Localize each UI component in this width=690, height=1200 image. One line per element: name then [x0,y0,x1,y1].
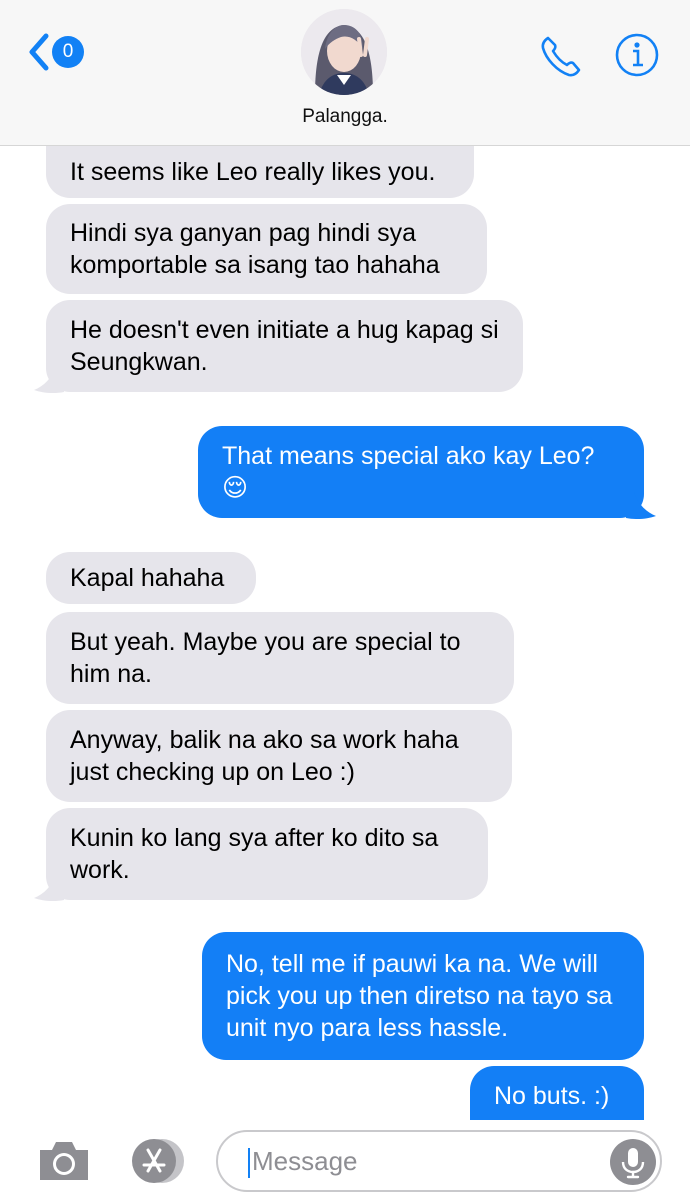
message-text: He doesn't even initiate a hug kapag si … [70,316,499,376]
message-text: Kapal hahaha [70,564,225,592]
bubble-tail [626,492,656,520]
message-input-bar: Message [0,1120,690,1200]
info-button[interactable] [614,32,660,78]
back-button[interactable]: 0 [26,32,86,72]
incoming-message[interactable]: Kunin ko lang sya after ko dito sa work. [46,808,488,900]
message-text: No, tell me if pauwi ka na. We will pick… [226,950,613,1042]
message-thread[interactable]: It seems like Leo really likes you. Hind… [0,146,690,1120]
dictation-button[interactable] [610,1139,656,1185]
contact-photo [301,9,387,95]
avatar[interactable] [301,9,387,95]
chevron-left-icon [29,33,49,71]
bubble-tail [34,366,64,394]
phone-icon [541,36,581,77]
message-text: Kunin ko lang sya after ko dito sa work. [70,824,439,884]
message-text: But yeah. Maybe you are special to him n… [70,628,461,688]
message-field[interactable]: Message [216,1130,662,1192]
camera-button[interactable] [36,1138,92,1184]
incoming-message[interactable]: He doesn't even initiate a hug kapag si … [46,300,523,392]
message-text: Hindi sya ganyan pag hindi sya komportab… [70,219,440,279]
message-text: No buts. :) [494,1082,610,1110]
incoming-message[interactable]: But yeah. Maybe you are special to him n… [46,612,514,704]
outgoing-message[interactable]: That means special ako kay Leo? 😌 [198,426,644,518]
incoming-message[interactable]: Hindi sya ganyan pag hindi sya komportab… [46,204,487,294]
message-text: It seems like Leo really likes you. [70,158,436,186]
contact-name[interactable]: Palangga. [0,106,690,128]
outgoing-message[interactable]: No buts. :) [470,1066,644,1120]
app-store-icon [132,1139,184,1183]
bubble-tail [34,874,64,902]
incoming-message[interactable]: Kapal hahaha [46,552,256,604]
conversation-header: 0 Palangga. [0,0,690,146]
incoming-message[interactable]: It seems like Leo really likes you. [46,146,474,198]
info-icon [615,33,659,77]
camera-icon [40,1142,88,1180]
message-text: That means special ako kay Leo? 😌 [222,442,595,502]
call-button[interactable] [538,32,586,80]
message-text: Anyway, balik na ako sa work haha just c… [70,726,459,786]
incoming-message[interactable]: Anyway, balik na ako sa work haha just c… [46,710,512,802]
outgoing-message[interactable]: No, tell me if pauwi ka na. We will pick… [202,932,644,1060]
message-placeholder: Message [252,1146,358,1176]
text-cursor [248,1148,250,1178]
app-store-button[interactable] [124,1136,188,1186]
unread-count-badge: 0 [52,36,84,68]
microphone-icon [621,1148,645,1179]
